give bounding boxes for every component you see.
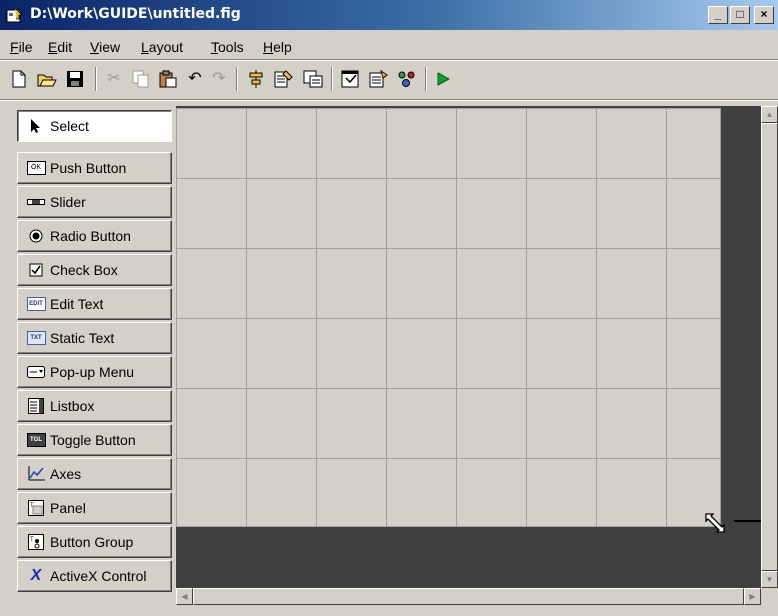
- new-figure-button[interactable]: [8, 68, 30, 90]
- panel-icon: T: [26, 500, 46, 516]
- activex-icon: X: [30, 567, 42, 584]
- checkbox-icon: [26, 262, 46, 278]
- redo-icon: ↷: [212, 70, 226, 87]
- scroll-up-arrow-icon[interactable]: ▲: [761, 106, 778, 123]
- run-icon: [437, 72, 450, 86]
- scroll-left-arrow-icon[interactable]: ◀: [176, 588, 193, 605]
- menu-editor-icon: [274, 70, 293, 88]
- paste-button[interactable]: [157, 68, 179, 90]
- palette-select[interactable]: Select: [17, 110, 172, 142]
- listbox-icon: [26, 398, 46, 414]
- editor-icon: [341, 70, 359, 88]
- menu-help[interactable]: Help: [263, 39, 292, 55]
- horizontal-scrollbar[interactable]: ◀ ▶: [176, 588, 761, 605]
- object-browser-icon: [398, 71, 415, 87]
- tab-order-icon: [303, 70, 323, 88]
- menu-file[interactable]: File: [10, 39, 33, 55]
- window-title: D:\Work\GUIDE\untitled.fig: [30, 6, 241, 22]
- tab-order-editor-button[interactable]: [302, 68, 324, 90]
- menu-bar: File Edit View Layout Tools Help: [0, 33, 778, 57]
- toggle-button-icon: TGL: [26, 432, 46, 448]
- figure-icon: [6, 7, 23, 23]
- save-figure-button[interactable]: [64, 68, 86, 90]
- new-document-icon: [12, 70, 26, 88]
- menu-separator: [0, 59, 778, 61]
- status-bar: [0, 605, 778, 616]
- vertical-scrollbar[interactable]: ▲ ▼: [761, 106, 778, 588]
- button-group-icon: T: [26, 534, 46, 550]
- open-file-button[interactable]: [36, 68, 58, 90]
- m-file-editor-button[interactable]: [340, 68, 362, 90]
- save-disk-icon: [67, 71, 83, 87]
- palette-button-group[interactable]: T Button Group: [17, 526, 172, 558]
- align-icon: [249, 70, 263, 88]
- edit-text-icon: EDIT: [26, 296, 46, 312]
- menu-view[interactable]: View: [90, 39, 120, 55]
- static-text-icon: TXT: [26, 330, 46, 346]
- horizontal-scroll-thumb[interactable]: [193, 588, 744, 605]
- run-figure-button[interactable]: [432, 68, 454, 90]
- resize-handle-icon[interactable]: [704, 512, 726, 534]
- arrow-cursor-icon: [26, 118, 46, 134]
- undo-icon: ↶: [188, 70, 202, 87]
- scroll-down-arrow-icon[interactable]: ▼: [761, 571, 778, 588]
- palette-push-button[interactable]: OK Push Button: [17, 152, 172, 184]
- palette-check-box[interactable]: Check Box: [17, 254, 172, 286]
- property-inspector-icon: [369, 70, 388, 88]
- palette-edit-text[interactable]: EDIT Edit Text: [17, 288, 172, 320]
- vertical-scroll-thumb[interactable]: [761, 123, 778, 571]
- scrollbar-corner: [761, 588, 778, 605]
- palette-listbox[interactable]: Listbox: [17, 390, 172, 422]
- redo-button[interactable]: ↷: [208, 68, 230, 90]
- align-objects-button[interactable]: [245, 68, 267, 90]
- object-browser-button[interactable]: [396, 68, 418, 90]
- window-controls: _ □ ×: [708, 6, 774, 24]
- palette-static-text[interactable]: TXT Static Text: [17, 322, 172, 354]
- scroll-right-arrow-icon[interactable]: ▶: [744, 588, 761, 605]
- open-folder-icon: [37, 74, 57, 87]
- title-bar[interactable]: D:\Work\GUIDE\untitled.fig _ □ ×: [0, 0, 778, 30]
- menu-tools[interactable]: Tools: [211, 39, 244, 55]
- maximize-button[interactable]: □: [730, 6, 750, 24]
- palette-popup-menu[interactable]: Pop-up Menu: [17, 356, 172, 388]
- radio-button-icon: [26, 228, 46, 244]
- palette-radio-button[interactable]: Radio Button: [17, 220, 172, 252]
- slider-icon: [26, 194, 46, 210]
- menu-layout[interactable]: Layout: [141, 39, 183, 55]
- figure-grid[interactable]: [176, 108, 721, 527]
- popup-menu-icon: [26, 364, 46, 380]
- copy-button[interactable]: [130, 68, 152, 90]
- palette-slider[interactable]: Slider: [17, 186, 172, 218]
- menu-edit[interactable]: Edit: [48, 39, 72, 55]
- scissors-icon: ✂: [107, 70, 121, 87]
- cut-button[interactable]: ✂: [103, 68, 125, 90]
- svg-text:T: T: [30, 537, 34, 543]
- push-button-icon: OK: [26, 160, 46, 176]
- toolbar-separator: [0, 99, 778, 101]
- property-inspector-button[interactable]: [368, 68, 390, 90]
- toolbar: ✂ ↶ ↷: [0, 62, 778, 98]
- minimize-button[interactable]: _: [708, 6, 728, 24]
- close-button[interactable]: ×: [754, 6, 774, 24]
- copy-icon: [132, 70, 149, 88]
- undo-button[interactable]: ↶: [184, 68, 206, 90]
- menu-editor-button[interactable]: [273, 68, 295, 90]
- paste-icon: [159, 70, 177, 88]
- axes-icon: [26, 466, 46, 482]
- palette-toggle-button[interactable]: TGL Toggle Button: [17, 424, 172, 456]
- palette-panel[interactable]: T Panel: [17, 492, 172, 524]
- palette-activex-control[interactable]: X ActiveX Control: [17, 560, 172, 592]
- palette-axes[interactable]: Axes: [17, 458, 172, 490]
